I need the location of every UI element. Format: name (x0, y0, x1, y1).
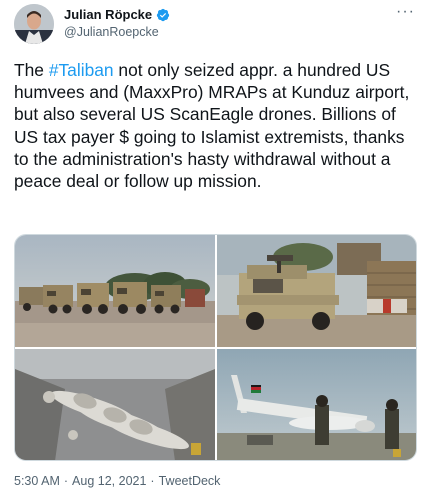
avatar[interactable] (14, 4, 54, 44)
tweet-text-start: The (14, 60, 49, 80)
media-grid (14, 234, 417, 461)
author-name-row[interactable]: Julian Röpcke (64, 7, 170, 22)
tweet: Julian Röpcke @JulianRoepcke ··· The #Ta… (0, 0, 431, 500)
verified-badge-icon (156, 8, 170, 22)
photo-humvee-checkpoint[interactable] (217, 235, 416, 347)
tweet-source-link[interactable]: TweetDeck (159, 474, 221, 488)
tweet-text: The #Taliban not only seized appr. a hun… (14, 59, 419, 192)
photo-armored-vehicles[interactable] (15, 235, 215, 347)
photo-fighters-with-drone[interactable] (217, 349, 416, 460)
photo-drone-parts[interactable] (15, 349, 215, 460)
meta-separator: · (150, 474, 155, 488)
tweet-meta: 5:30 AM · Aug 12, 2021 · TweetDeck (14, 474, 220, 488)
display-name[interactable]: Julian Röpcke (64, 7, 152, 22)
hashtag-link[interactable]: #Taliban (49, 60, 114, 80)
more-options-icon[interactable]: ··· (396, 4, 415, 20)
tweet-time[interactable]: 5:30 AM (14, 474, 60, 488)
author-handle[interactable]: @JulianRoepcke (64, 25, 159, 39)
tweet-date[interactable]: Aug 12, 2021 (72, 474, 146, 488)
meta-separator: · (63, 474, 69, 488)
